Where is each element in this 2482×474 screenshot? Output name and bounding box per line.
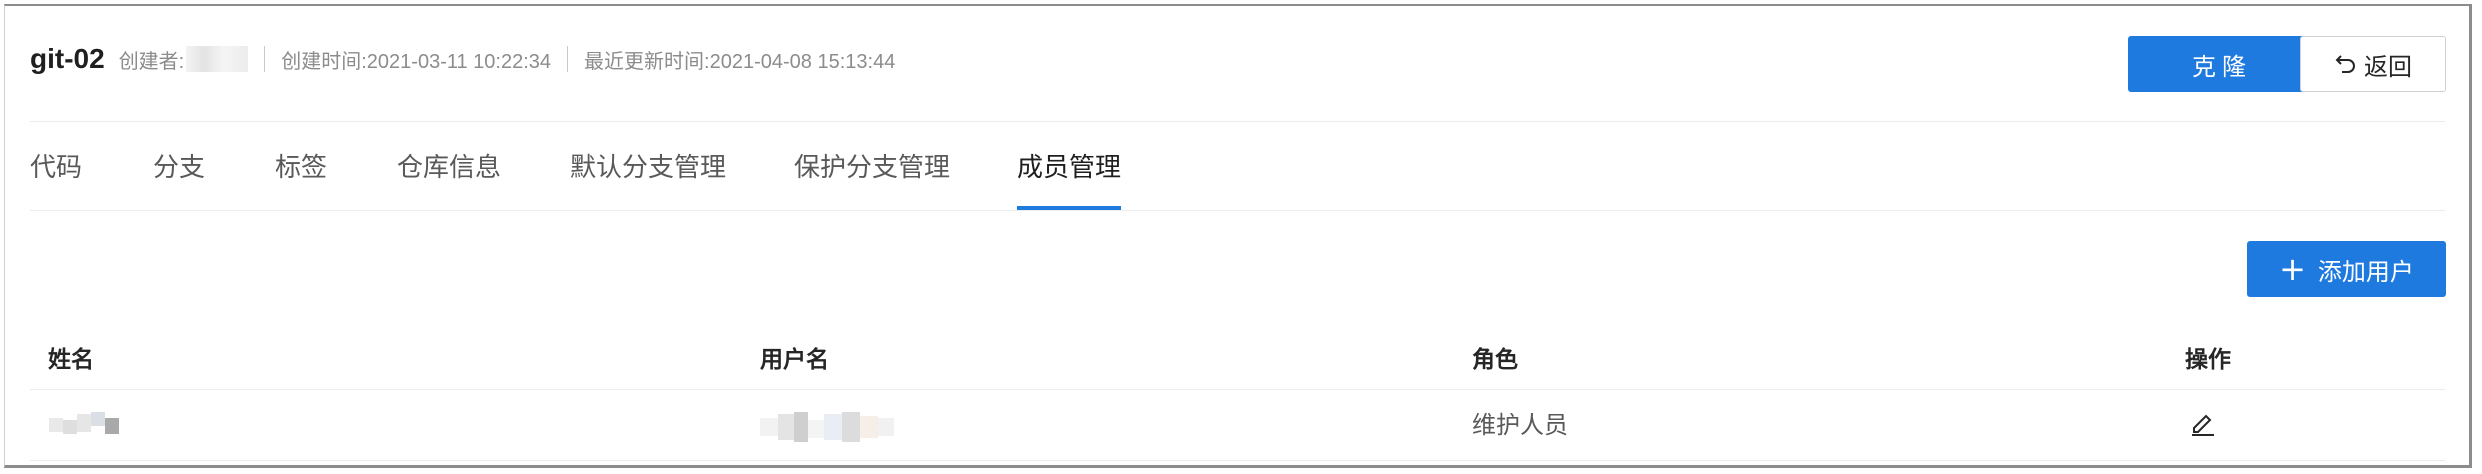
creator-label: 创建者: bbox=[118, 50, 185, 73]
plus-icon: + bbox=[2279, 250, 2306, 288]
add-user-label: 添加用户 bbox=[2317, 257, 2414, 286]
meta-separator bbox=[567, 46, 569, 72]
column-header-name: 姓名 bbox=[48, 347, 94, 373]
meta-separator bbox=[264, 46, 266, 72]
table-header: 姓名 用户名 角色 操作 bbox=[30, 331, 2445, 390]
tab-code[interactable]: 代码 bbox=[30, 146, 82, 210]
tab-branches[interactable]: 分支 bbox=[153, 146, 205, 210]
tab-default-branch[interactable]: 默认分支管理 bbox=[570, 146, 726, 210]
repo-meta: 创建者: 创建时间:2021-03-11 10:22:34 最近更新时间:202… bbox=[118, 45, 896, 74]
updated-time: 最近更新时间:2021-04-08 15:13:44 bbox=[584, 50, 896, 73]
edit-icon[interactable] bbox=[2188, 408, 2218, 438]
tab-protected-branch[interactable]: 保护分支管理 bbox=[794, 146, 950, 210]
creator-name-redacted bbox=[186, 46, 249, 72]
tab-members[interactable]: 成员管理 bbox=[1017, 146, 1122, 210]
tab-tags[interactable]: 标签 bbox=[275, 146, 327, 210]
undo-icon bbox=[2335, 55, 2355, 73]
name-redacted bbox=[49, 412, 119, 434]
tab-repo-info[interactable]: 仓库信息 bbox=[397, 146, 501, 210]
column-header-actions: 操作 bbox=[2185, 347, 2231, 373]
back-button[interactable]: 返回 bbox=[2300, 36, 2446, 92]
page-frame: git-02 创建者: 创建时间:2021-03-11 10:22:34 最近更… bbox=[4, 4, 2472, 468]
tab-divider bbox=[30, 210, 2445, 211]
table-row: 维护人员 bbox=[30, 390, 2445, 461]
back-label: 返回 bbox=[2364, 52, 2412, 81]
add-user-button[interactable]: + 添加用户 bbox=[2247, 241, 2446, 297]
members-table: 姓名 用户名 角色 操作 维护人员 bbox=[30, 331, 2445, 461]
clone-button[interactable]: 克隆 bbox=[2128, 36, 2316, 92]
repo-header: git-02 创建者: 创建时间:2021-03-11 10:22:34 最近更… bbox=[30, 36, 895, 82]
column-header-role: 角色 bbox=[1472, 347, 1518, 373]
repo-name: git-02 bbox=[30, 43, 105, 74]
username-redacted bbox=[760, 412, 894, 442]
created-time: 创建时间:2021-03-11 10:22:34 bbox=[281, 50, 552, 73]
column-header-username: 用户名 bbox=[760, 347, 829, 373]
header-divider bbox=[30, 121, 2445, 122]
role-cell: 维护人员 bbox=[1472, 411, 1568, 439]
